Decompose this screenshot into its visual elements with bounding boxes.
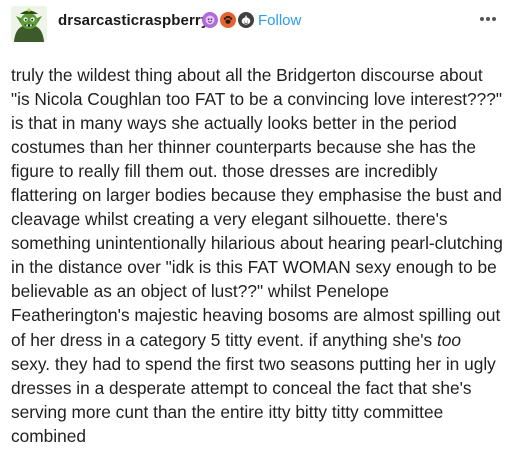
paw-badge-icon[interactable] [220, 12, 236, 28]
post-text-italic: too [436, 329, 461, 350]
post-text-before: truly the wildest thing about all the Br… [11, 65, 503, 350]
ellipsis-icon[interactable] [474, 10, 502, 30]
post-header: drsarcasticraspberry Follow [0, 0, 512, 48]
badge-group [202, 12, 254, 30]
avatar[interactable] [11, 6, 47, 42]
follow-button[interactable]: Follow [258, 12, 301, 29]
username-link[interactable]: drsarcasticraspberry [58, 12, 209, 29]
pumpkin-badge-icon[interactable] [238, 12, 254, 28]
post-text: truly the wildest thing about all the Br… [11, 63, 504, 448]
post-text-after: sexy. they had to spend the first two se… [11, 353, 496, 446]
goblin-avatar-icon [11, 6, 47, 42]
purple-sticker-badge-icon[interactable] [202, 12, 218, 28]
